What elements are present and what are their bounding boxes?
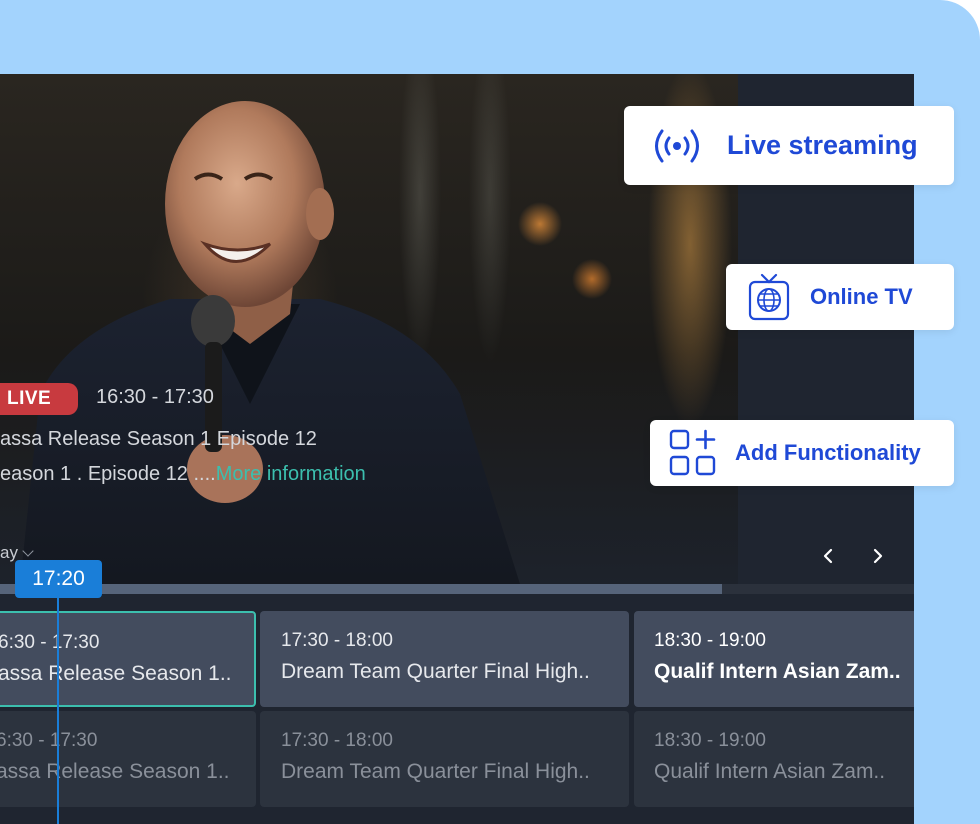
chevron-right-icon (873, 548, 883, 564)
program-cell[interactable]: 18:30 - 19:00 Qualif Intern Asian Zam.. (634, 711, 914, 807)
add-functionality-label: Add Functionality (735, 440, 921, 465)
tv-globe-icon (748, 273, 790, 321)
program-cell-title: Qualif Intern Asian Zam.. (654, 660, 901, 683)
program-cell-time: 17:30 - 18:00 (281, 630, 393, 651)
program-cell-time: 6:30 - 17:30 (0, 730, 98, 751)
program-subtitle: eason 1 . Episode 12 ....More informatio… (0, 463, 366, 486)
broadcast-icon (655, 129, 699, 162)
live-badge: LIVE (0, 383, 78, 415)
program-cell-time: 6:30 - 17:30 (0, 632, 100, 653)
live-streaming-label: Live streaming (727, 130, 918, 160)
day-selector-label: ay (0, 543, 18, 562)
next-button[interactable] (866, 544, 890, 568)
program-cell-time: 17:30 - 18:00 (281, 730, 393, 751)
live-streaming-callout: Live streaming (624, 106, 954, 185)
program-title: assa Release Season 1 Episode 12 (0, 428, 317, 450)
program-cell[interactable]: 18:30 - 19:00 Qualif Intern Asian Zam.. (634, 611, 914, 707)
program-cell-title: assa Release Season 1.. (0, 760, 230, 783)
online-tv-callout: Online TV (726, 264, 954, 330)
timeline-progress (0, 584, 722, 594)
program-cell-time: 18:30 - 19:00 (654, 730, 766, 751)
chevron-left-icon (823, 548, 833, 564)
program-time-range: 16:30 - 17:30 (96, 386, 214, 408)
current-time-indicator[interactable]: 17:20 (15, 560, 102, 598)
previous-button[interactable] (816, 544, 840, 568)
program-cell-title: Dream Team Quarter Final High.. (281, 760, 590, 783)
grid-add-icon (669, 429, 716, 476)
program-cell-title: Dream Team Quarter Final High.. (281, 660, 590, 683)
more-information-link[interactable]: More information (216, 463, 366, 485)
program-cell[interactable]: 6:30 - 17:30 assa Release Season 1.. (0, 711, 256, 807)
program-cell-title: assa Release Season 1.. (0, 662, 232, 685)
program-episode-text: eason 1 . Episode 12 .... (0, 463, 216, 485)
program-cell[interactable]: 17:30 - 18:00 Dream Team Quarter Final H… (260, 611, 629, 707)
program-cell[interactable]: 6:30 - 17:30 assa Release Season 1.. (0, 611, 256, 707)
add-functionality-callout: Add Functionality (650, 420, 954, 486)
program-cell[interactable]: 17:30 - 18:00 Dream Team Quarter Final H… (260, 711, 629, 807)
program-cell-title: Qualif Intern Asian Zam.. (654, 760, 886, 783)
program-cell-time: 18:30 - 19:00 (654, 630, 766, 651)
online-tv-label: Online TV (810, 284, 913, 309)
chevron-down-icon (22, 545, 34, 557)
current-time-line (57, 596, 59, 824)
